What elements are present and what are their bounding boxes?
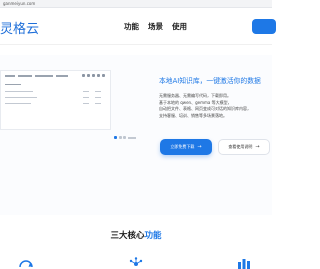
- download-button[interactable]: 立即免费下载 →: [160, 139, 212, 155]
- bar-chart-icon: [238, 259, 250, 269]
- features-title-highlight: 功能: [144, 231, 162, 241]
- preview-pagination: [114, 136, 136, 139]
- arrow-right-icon: →: [255, 143, 260, 150]
- main-menu: 功能 场景 使用: [124, 21, 187, 32]
- browser-address-bar[interactable]: ganmeiyun.com: [0, 0, 272, 8]
- nav-item-scenarios[interactable]: 场景: [148, 21, 163, 32]
- preview-row: [5, 102, 101, 105]
- preview-row: [2, 90, 110, 93]
- refresh-icon: [19, 260, 33, 268]
- features-title-prefix: 三大核心: [110, 231, 145, 241]
- hero-title: 本地AI知识库，一键激活你的数据: [159, 77, 261, 85]
- hero-description: 无需服务器、无需编写代码，下载即用。 基于本地的 qwen、gemma 等大模型…: [159, 93, 271, 119]
- nav-item-features[interactable]: 功能: [124, 21, 139, 32]
- guide-button-label: 查看使用说明: [228, 144, 253, 149]
- nav-item-usage[interactable]: 使用: [172, 21, 187, 32]
- network-icon: [129, 257, 143, 266]
- preview-row: [5, 96, 101, 99]
- brand-logo[interactable]: 灵格云: [0, 18, 39, 37]
- url-text: ganmeiyun.com: [3, 1, 36, 6]
- features-section-title: 三大核心功能: [0, 229, 272, 241]
- app-preview-screenshot: [0, 70, 111, 130]
- download-button-label: 立即免费下载: [170, 144, 195, 149]
- top-navigation: 灵格云 功能 场景 使用: [0, 9, 276, 45]
- hero-description-line: 支持客服、培训、销售等多场景落地。: [159, 112, 227, 118]
- arrow-right-icon: →: [197, 143, 202, 150]
- hero-description-line: 无需服务器、无需编写代码，下载即用。: [159, 93, 231, 98]
- preview-toolbar-icons: [82, 74, 105, 77]
- nav-action-button[interactable]: [252, 19, 276, 34]
- preview-row: [5, 83, 21, 86]
- hero-description-line: 自动把文件、表格、网页变成可对话的知识库内容，: [159, 106, 251, 112]
- guide-button[interactable]: 查看使用说明 →: [218, 139, 270, 155]
